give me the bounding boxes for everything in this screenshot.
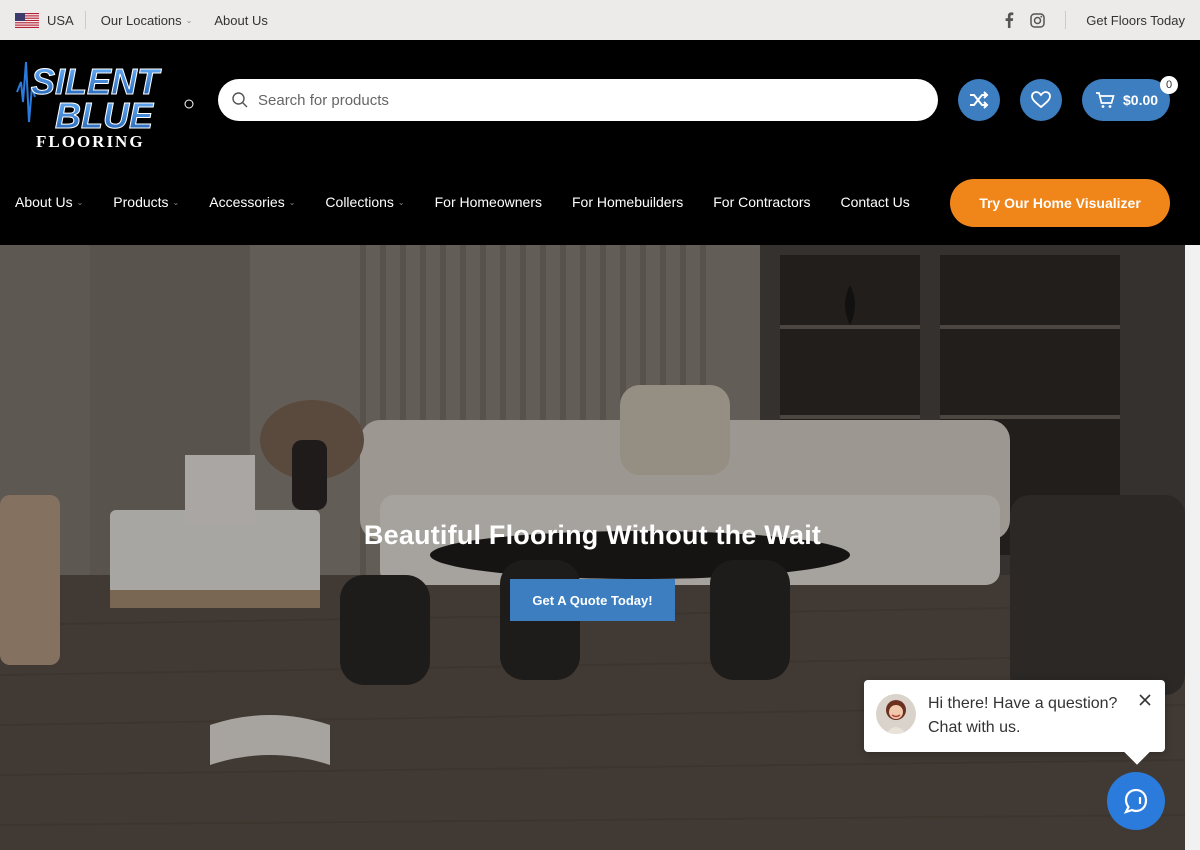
chat-prompt-text: Hi there! Have a question? Chat with us.	[928, 692, 1128, 740]
search-input[interactable]	[258, 91, 898, 109]
nav-item-collections[interactable]: Collections ⌄	[325, 194, 404, 210]
facebook-icon[interactable]	[1004, 12, 1014, 28]
chevron-down-icon: ⌄	[185, 15, 193, 25]
svg-text:FLOORING: FLOORING	[36, 132, 145, 150]
get-floors-today-link[interactable]: Get Floors Today	[1086, 13, 1185, 28]
get-quote-button[interactable]: Get A Quote Today!	[510, 579, 675, 621]
country-selector[interactable]: USA	[15, 0, 74, 40]
nav-item-for-homebuilders[interactable]: For Homebuilders	[572, 194, 683, 210]
agent-avatar	[876, 694, 916, 734]
chat-prompt-bubble[interactable]: Hi there! Have a question? Chat with us.	[864, 680, 1165, 752]
about-us-link[interactable]: About Us	[214, 0, 267, 40]
nav-label: Collections	[325, 194, 394, 210]
search-icon	[232, 92, 248, 108]
top-bar: USA Our Locations ⌄ About Us Get Floors …	[0, 0, 1200, 40]
heart-icon	[1031, 91, 1051, 109]
cart-total: $0.00	[1123, 92, 1159, 108]
nav-item-accessories[interactable]: Accessories ⌄	[209, 194, 295, 210]
instagram-icon[interactable]	[1030, 12, 1045, 28]
country-label: USA	[47, 12, 74, 28]
search-bar[interactable]	[218, 79, 938, 121]
svg-text:BLUE: BLUE	[55, 95, 154, 136]
wishlist-button[interactable]	[1020, 79, 1062, 121]
cart-button[interactable]: $0.00 0	[1082, 76, 1178, 121]
divider	[84, 11, 86, 29]
nav-item-for-contractors[interactable]: For Contractors	[713, 194, 810, 210]
hero-banner: Beautiful Flooring Without the Wait Get …	[0, 245, 1185, 850]
cart-icon	[1096, 92, 1115, 108]
chat-icon	[1123, 788, 1148, 814]
home-visualizer-button[interactable]: Try Our Home Visualizer	[950, 179, 1170, 227]
us-flag-icon	[15, 12, 39, 28]
chevron-down-icon: ⌄	[397, 197, 405, 207]
chat-launcher-button[interactable]	[1107, 772, 1165, 830]
chevron-down-icon: ⌄	[288, 197, 296, 207]
close-icon[interactable]	[1137, 692, 1153, 708]
main-nav: About Us ⌄ Products ⌄ Accessories ⌄ Coll…	[15, 180, 940, 224]
our-locations-label: Our Locations	[100, 12, 182, 28]
hero-title: Beautiful Flooring Without the Wait	[363, 520, 822, 550]
nav-item-about-us[interactable]: About Us ⌄	[15, 194, 83, 210]
our-locations-link[interactable]: Our Locations ⌄	[101, 0, 193, 40]
nav-label: For Homeowners	[434, 194, 542, 210]
nav-label: Products	[113, 194, 169, 210]
cart-count-badge: 0	[1160, 76, 1178, 94]
nav-label: Contact Us	[840, 194, 910, 210]
shuffle-icon	[970, 91, 989, 109]
nav-label: For Contractors	[713, 194, 811, 210]
compare-button[interactable]	[958, 79, 1000, 121]
site-header: SILENT BLUE FLOORING $0.00 0 About	[0, 40, 1200, 245]
nav-item-products[interactable]: Products ⌄	[113, 194, 179, 210]
silent-blue-logo[interactable]: SILENT BLUE FLOORING	[15, 52, 199, 150]
nav-label: About Us	[15, 194, 73, 210]
about-us-label: About Us	[214, 12, 268, 28]
chevron-down-icon: ⌄	[76, 197, 84, 207]
nav-item-for-homeowners[interactable]: For Homeowners	[435, 194, 542, 210]
chevron-down-icon: ⌄	[172, 197, 180, 207]
nav-label: Accessories	[209, 194, 285, 210]
nav-item-contact-us[interactable]: Contact Us	[841, 194, 910, 210]
chat-prompt-line: Hi there! Have a question?	[928, 695, 1118, 712]
page-scrollbar[interactable]	[1185, 245, 1200, 850]
chat-prompt-line: Chat with us.	[928, 719, 1021, 736]
divider	[1065, 11, 1067, 29]
nav-label: For Homebuilders	[571, 194, 684, 210]
